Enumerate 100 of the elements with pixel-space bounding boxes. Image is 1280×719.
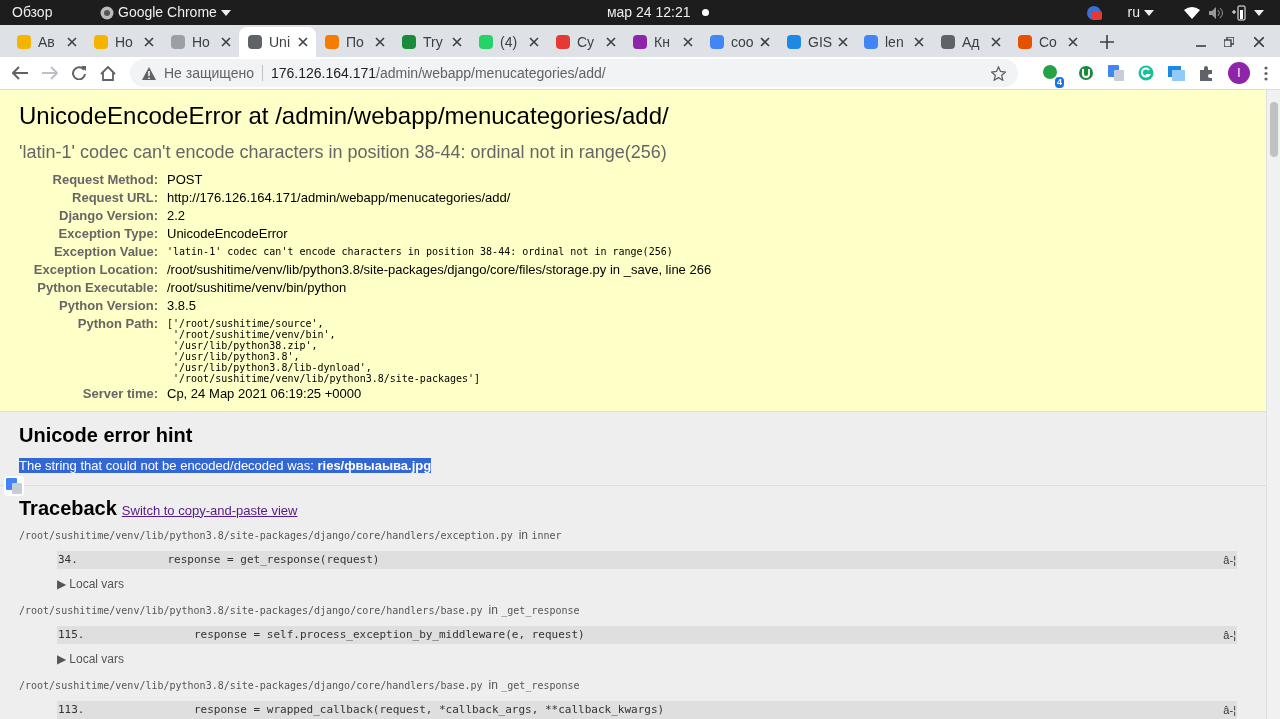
meta-label: Exception Location: <box>32 261 159 279</box>
favicon-icon <box>324 34 340 50</box>
browser-tab[interactable]: По <box>316 27 393 57</box>
reload-icon[interactable] <box>72 66 86 80</box>
home-icon[interactable] <box>100 65 116 81</box>
back-icon[interactable] <box>12 66 28 80</box>
wifi-icon[interactable] <box>1184 6 1200 19</box>
copy-paste-link[interactable]: Switch to copy-and-paste view <box>121 500 298 520</box>
badge-count: 4 <box>1055 77 1064 88</box>
favicon-icon <box>632 34 648 50</box>
extension-icon[interactable]: 4 <box>1042 64 1064 88</box>
puzzle-icon[interactable] <box>1199 65 1214 81</box>
frame-location: /root/sushitime/venv/lib/python3.8/site-packages/django/core/handlers/exception.py in inner <box>19 528 563 543</box>
favicon-icon <box>1017 34 1033 50</box>
meta-label: Python Path: <box>76 315 159 333</box>
favicon-icon <box>863 34 879 50</box>
star-icon[interactable] <box>991 65 1006 81</box>
restore-icon[interactable] <box>1224 37 1234 47</box>
close-icon[interactable] <box>452 37 462 47</box>
meta-label: Django Version: <box>58 207 159 225</box>
new-tab-icon[interactable] <box>1100 35 1114 49</box>
address-bar[interactable]: Не защищено 176.126.164.171/admin/webapp/menucategories/add/ <box>130 59 1018 87</box>
hint-text: The string that could not be encoded/decoded was: ries/фвыаыва.jpg <box>19 458 432 473</box>
section-heading: Unicode error hint <box>19 423 194 447</box>
meta-value: ['/root/sushitime/source', '/root/sushitime/venv/bin', '/usr/lib/python38.zip', '/usr/lib/python3.8', '/usr/lib/python3.8/lib-dynload', '/root/sushitime/venv/lib/python3.8/site-packages'] <box>167 317 482 385</box>
caret-icon[interactable] <box>1144 9 1154 16</box>
browser-tab[interactable]: Но <box>162 27 239 57</box>
warning-icon <box>142 66 156 80</box>
meta-value: http://176.126.164.171/admin/webapp/menucategories/add/ <box>167 189 512 207</box>
favicon-icon <box>555 34 571 50</box>
battery-icon[interactable] <box>1232 4 1246 21</box>
close-icon[interactable] <box>683 37 693 47</box>
chat-icon <box>1042 64 1058 80</box>
chrome-icon[interactable] <box>100 5 114 20</box>
frame-location: /root/sushitime/venv/lib/python3.8/site-packages/django/core/handlers/base.py in _get_response <box>19 678 581 693</box>
scrollbar[interactable] <box>1266 90 1280 719</box>
frame-location: /root/sushitime/venv/lib/python3.8/site-packages/django/core/handlers/base.py in _get_response <box>19 603 581 618</box>
meta-label: Python Version: <box>58 297 159 315</box>
meta-label: Exception Type: <box>57 225 159 243</box>
close-icon[interactable] <box>991 37 1001 47</box>
close-icon[interactable] <box>1254 37 1264 47</box>
meta-value: Ср, 24 Мар 2021 06:19:25 +0000 <box>167 385 363 403</box>
meta-value: 2.2 <box>167 207 187 225</box>
browser-tab[interactable]: (4) <box>470 27 547 57</box>
favicon-icon <box>709 34 725 50</box>
profile-avatar[interactable]: I <box>1228 62 1250 84</box>
meta-value: /root/sushitime/venv/lib/python3.8/site-packages/django/core/files/storage.py in _save, line 266 <box>167 261 712 279</box>
caret-icon[interactable] <box>220 9 231 16</box>
favicon-icon <box>170 34 186 50</box>
browser-tab[interactable]: Кн <box>624 27 701 57</box>
dot-icon <box>702 9 710 16</box>
close-icon[interactable] <box>1068 37 1078 47</box>
local-vars-toggle[interactable]: ▶ Local vars <box>57 650 125 668</box>
browser-tab[interactable]: Ав <box>8 27 85 57</box>
close-icon[interactable] <box>67 37 77 47</box>
app-indicator-icon[interactable] <box>1085 4 1102 21</box>
browser-tab[interactable]: Су <box>547 27 624 57</box>
error-title: UnicodeEncodeError at /admin/webapp/menucategories/add/ <box>19 102 670 130</box>
favicon-icon <box>16 34 32 50</box>
meta-label: Exception Value: <box>52 243 159 261</box>
close-icon[interactable] <box>298 37 308 47</box>
close-icon[interactable] <box>375 37 385 47</box>
activities-button[interactable]: Обзор <box>12 2 100 23</box>
meta-value: 'latin-1' codec can't encode characters in position 38-44: ordinal not in range(256) <box>167 245 674 259</box>
close-icon[interactable] <box>606 37 616 47</box>
meta-value: 3.8.5 <box>167 297 197 315</box>
browser-tab[interactable]: Co <box>1009 27 1086 57</box>
favicon-icon <box>401 34 417 50</box>
favicon-icon <box>786 34 802 50</box>
browser-tab[interactable]: Uni <box>239 27 316 57</box>
close-icon[interactable] <box>760 37 770 47</box>
language-indicator[interactable]: ru <box>1127 2 1140 23</box>
favicon-icon <box>940 34 956 50</box>
meta-value: /root/sushitime/venv/bin/python <box>167 279 348 297</box>
close-icon[interactable] <box>529 37 539 47</box>
browser-tab[interactable]: Но <box>85 27 162 57</box>
meta-value: POST <box>167 171 204 189</box>
browser-tab[interactable]: len <box>855 27 932 57</box>
browser-tab[interactable]: Try <box>393 27 470 57</box>
caret-icon[interactable] <box>1254 9 1264 16</box>
more-icon[interactable] <box>1264 65 1268 81</box>
meta-label: Request URL: <box>71 189 159 207</box>
meta-value: UnicodeEncodeError <box>167 225 289 243</box>
favicon-icon <box>93 34 109 50</box>
favicon-icon <box>478 34 494 50</box>
scrollbar-thumb[interactable] <box>1269 102 1278 157</box>
close-icon[interactable] <box>914 37 924 47</box>
favicon-icon <box>247 34 263 50</box>
close-icon[interactable] <box>144 37 154 47</box>
clock[interactable]: мар 24 12:21 <box>606 2 691 23</box>
close-icon[interactable] <box>838 37 849 47</box>
app-menu[interactable]: Google Chrome <box>118 2 217 23</box>
browser-tab[interactable]: Ад <box>932 27 1009 57</box>
browser-tab[interactable]: GIS <box>778 27 855 57</box>
close-icon[interactable] <box>221 37 231 47</box>
browser-tab[interactable]: coo <box>701 27 778 57</box>
section-heading: Traceback <box>19 495 117 520</box>
local-vars-toggle[interactable]: ▶ Local vars <box>57 575 125 593</box>
url-text: 176.126.164.171/admin/webapp/menucategories/add/ <box>271 63 606 83</box>
meta-label: Python Executable: <box>36 279 159 297</box>
